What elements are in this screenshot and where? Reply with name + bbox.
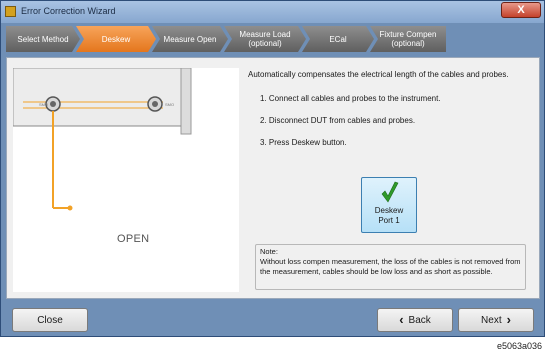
note-title: Note: <box>260 247 278 256</box>
chevron-left-icon: ‹ <box>399 312 404 327</box>
window-close-button[interactable]: X <box>501 2 541 18</box>
step-measure-load[interactable]: Measure Load (optional) <box>224 26 306 52</box>
checkmark-icon <box>381 181 399 203</box>
svg-text:SMO: SMO <box>165 102 174 107</box>
instructions: Automatically compensates the electrical… <box>248 70 536 147</box>
content-panel: SMO SMO OPEN Automatically compensates t… <box>6 57 540 299</box>
step-select-method[interactable]: Select Method <box>6 26 80 52</box>
open-illustration: SMO SMO OPEN <box>13 68 239 292</box>
note-box: Note: Without loss compen measurement, t… <box>255 244 526 290</box>
window-title: Error Correction Wizard <box>21 6 116 16</box>
step-ecal[interactable]: ECal <box>302 26 374 52</box>
intro-text: Automatically compensates the electrical… <box>248 70 509 79</box>
next-button[interactable]: Next › <box>458 308 534 332</box>
footer-bar: Close ‹ Back Next › <box>6 303 540 335</box>
chevron-right-icon: › <box>506 312 511 327</box>
note-text: Without loss compen measurement, the los… <box>260 257 521 276</box>
wizard-window: Error Correction Wizard X Select Method … <box>0 0 545 337</box>
svg-text:SMO: SMO <box>39 102 48 107</box>
close-button[interactable]: Close <box>12 308 88 332</box>
deskew-port1-button[interactable]: Deskew Port 1 <box>361 177 417 233</box>
title-bar[interactable]: Error Correction Wizard X <box>1 1 544 23</box>
instrument-diagram: SMO SMO <box>13 68 192 211</box>
step-deskew[interactable]: Deskew <box>76 26 156 52</box>
open-label: OPEN <box>117 233 150 245</box>
instruction-item: 1. Connect all cables and probes to the … <box>260 94 441 103</box>
app-icon <box>5 6 16 17</box>
instruction-item: 2. Disconnect DUT from cables and probes… <box>260 116 416 125</box>
back-button[interactable]: ‹ Back <box>377 308 453 332</box>
deskew-button-label: Deskew Port 1 <box>374 206 404 225</box>
instruction-item: 3. Press Deskew button. <box>260 138 347 147</box>
step-measure-open[interactable]: Measure Open <box>152 26 228 52</box>
step-fixture-compen[interactable]: Fixture Compen (optional) <box>370 26 446 52</box>
figure-caption: e5063a036 <box>497 341 543 351</box>
wizard-steps: Select Method Deskew Measure Open Measur… <box>6 26 540 52</box>
